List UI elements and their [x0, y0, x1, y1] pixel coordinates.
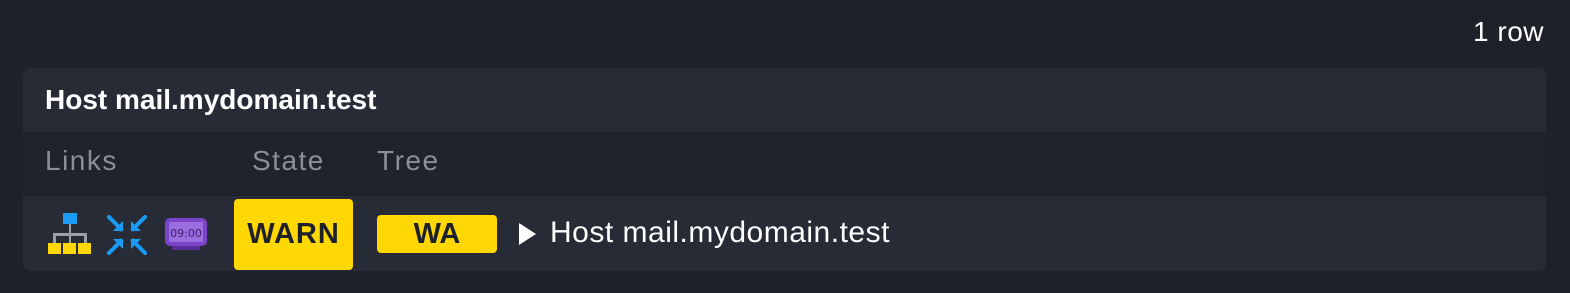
tree-state-badge: WA: [377, 215, 497, 253]
table-header: Links State Tree: [23, 132, 1546, 194]
tree-expand-toggle[interactable]: [519, 223, 536, 245]
column-header-state[interactable]: State: [252, 145, 325, 177]
tree-node-label[interactable]: Host mail.mydomain.test: [550, 216, 890, 250]
column-header-tree[interactable]: Tree: [377, 145, 440, 177]
state-badge: WARN: [234, 199, 353, 270]
host-panel: Host mail.mydomain.test Links State Tree: [23, 68, 1546, 271]
compress-icon[interactable]: [107, 215, 147, 255]
clock-display-icon[interactable]: 09:00: [164, 217, 208, 253]
topology-icon[interactable]: [48, 213, 92, 257]
row-count: 1 row: [1473, 16, 1544, 47]
panel-title: Host mail.mydomain.test: [23, 68, 1546, 132]
column-header-links[interactable]: Links: [45, 145, 118, 177]
table-row: 09:00 WARN WA Host mail.mydomain.test: [23, 194, 1546, 271]
clock-display-text: 09:00: [170, 227, 202, 240]
